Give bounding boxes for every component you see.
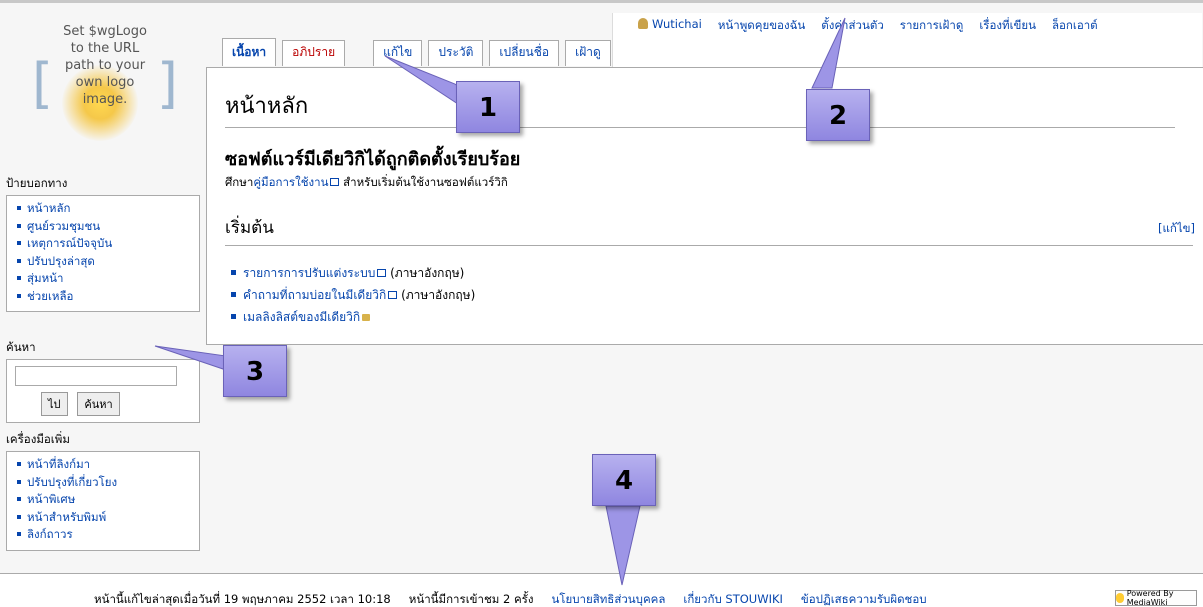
- bullet-icon: [231, 270, 236, 275]
- bullet-icon: [17, 258, 21, 263]
- main-content: หน้าหลัก ซอฟต์แวร์มีเดียวิกิได้ถูกติดตั้…: [206, 67, 1203, 345]
- search-portlet: ค้นหา ไป ค้นหา: [6, 339, 200, 423]
- bullet-icon: [231, 314, 236, 319]
- personal-logout[interactable]: ล็อกเอาต์: [1052, 17, 1098, 35]
- bullet-icon: [17, 241, 21, 245]
- logo-text: Set $wgLogo to the URL path to your own …: [63, 24, 147, 107]
- external-link-icon: [377, 269, 387, 277]
- footer-privacy-link[interactable]: นโยบายสิทธิส่วนบุคคล: [551, 592, 665, 606]
- toolbox-title: เครื่องมือเพิ่ม: [6, 432, 70, 446]
- powered-by-mediawiki-badge[interactable]: Powered By MediaWiki: [1115, 589, 1197, 607]
- intro-text: ศึกษาคู่มือการใช้งาน สำหรับเริ่มต้นใช้งา…: [225, 175, 508, 189]
- bullet-icon: [17, 462, 21, 466]
- sidebar-item-main-page[interactable]: หน้าหลัก: [17, 200, 193, 218]
- lock-icon: [362, 314, 371, 321]
- callout-1: 1: [456, 81, 520, 133]
- tab-discussion[interactable]: อภิปราย: [282, 40, 346, 66]
- section-edit-link[interactable]: [แก้ไข]: [1158, 220, 1195, 238]
- footer: หน้านี้แก้ไขล่าสุดเมื่อวันที่ 19 พฤษภาคม…: [0, 573, 1203, 607]
- toolbox-item-special-pages[interactable]: หน้าพิเศษ: [17, 491, 193, 509]
- bullet-icon: [17, 206, 21, 210]
- navigation-title: ป้ายบอกทาง: [6, 176, 68, 190]
- user-icon: [638, 18, 648, 29]
- faq-link[interactable]: คำถามที่ถามบ่อยในมีเดียวิกิ: [243, 288, 386, 302]
- bullet-icon: [17, 276, 21, 280]
- bullet-icon: [17, 479, 21, 484]
- bullet-icon: [17, 293, 21, 298]
- list-item: รายการการปรับแต่งระบบ (ภาษาอังกฤษ): [231, 262, 475, 284]
- tab-content[interactable]: เนื้อหา: [222, 38, 277, 66]
- footer-lastmod: หน้านี้แก้ไขล่าสุดเมื่อวันที่ 19 พฤษภาคม…: [94, 592, 391, 606]
- personal-user[interactable]: Wutichai: [638, 17, 702, 35]
- sidebar-item-help[interactable]: ช่วยเหลือ: [17, 288, 193, 306]
- footer-about-link[interactable]: เกี่ยวกับ STOUWIKI: [683, 592, 783, 606]
- toolbox-item-related-changes[interactable]: ปรับปรุงที่เกี่ยวโยง: [17, 474, 193, 492]
- site-logo[interactable]: [ ] Set $wgLogo to the URL path to your …: [10, 23, 200, 163]
- page-tabs: เนื้อหา อภิปราย แก้ไข ประวัติ เปลี่ยนชื่…: [222, 38, 611, 66]
- search-title: ค้นหา: [6, 340, 36, 354]
- wiki-window: Wutichai หน้าพูดคุยของฉัน ตั้งค่าส่วนตัว…: [0, 0, 1203, 607]
- external-link-icon: [388, 291, 398, 299]
- sidebar-item-community[interactable]: ศูนย์รวมชุมชน: [17, 218, 193, 236]
- bullet-icon: [17, 497, 21, 501]
- mailing-list-link[interactable]: เมลลิงลิสต์ของมีเดียวิกิ: [243, 310, 360, 324]
- personal-preferences[interactable]: ตั้งค่าส่วนตัว: [821, 17, 884, 35]
- toolbox-item-permalink[interactable]: ลิงก์ถาวร: [17, 526, 193, 544]
- section-heading: เริ่มต้น: [225, 214, 1193, 246]
- getting-started-list: รายการการปรับแต่งระบบ (ภาษาอังกฤษ) คำถาม…: [231, 262, 475, 328]
- tab-watch[interactable]: เฝ้าดู: [565, 40, 611, 66]
- toolbox-item-printable[interactable]: หน้าสำหรับพิมพ์: [17, 509, 193, 527]
- search-input[interactable]: [15, 366, 177, 386]
- personal-contributions[interactable]: เรื่องที่เขียน: [979, 17, 1036, 35]
- install-message: ซอฟต์แวร์มีเดียวิกิได้ถูกติดตั้งเรียบร้อ…: [225, 149, 521, 170]
- mediawiki-logo-icon: [1116, 593, 1124, 603]
- bullet-icon: [231, 292, 236, 297]
- go-button[interactable]: ไป: [41, 392, 68, 416]
- toolbox-portlet: เครื่องมือเพิ่ม หน้าที่ลิงก์มา ปรับปรุงท…: [6, 431, 200, 551]
- sidebar-item-random[interactable]: สุ่มหน้า: [17, 270, 193, 288]
- footer-views: หน้านี้มีการเข้าชม 2 ครั้ง: [408, 592, 534, 606]
- sidebar-item-recent-changes[interactable]: ปรับปรุงล่าสุด: [17, 253, 193, 271]
- user-guide-link[interactable]: คู่มือการใช้งาน: [253, 175, 328, 189]
- footer-disclaimer-link[interactable]: ข้อปฏิเสธความรับผิดชอบ: [801, 592, 927, 606]
- callout-4: 4: [592, 454, 656, 506]
- personal-watchlist[interactable]: รายการเฝ้าดู: [900, 17, 964, 35]
- sidebar-item-current-events[interactable]: เหตุการณ์ปัจจุบัน: [17, 235, 193, 253]
- callout-3: 3: [223, 345, 287, 397]
- page-title: หน้าหลัก: [225, 88, 1175, 128]
- list-item: เมลลิงลิสต์ของมีเดียวิกิ: [231, 306, 475, 328]
- list-item: คำถามที่ถามบ่อยในมีเดียวิกิ (ภาษาอังกฤษ): [231, 284, 475, 306]
- config-settings-link[interactable]: รายการการปรับแต่งระบบ: [243, 266, 375, 280]
- bullet-icon: [17, 514, 21, 519]
- tab-move[interactable]: เปลี่ยนชื่อ: [489, 40, 560, 66]
- bullet-icon: [17, 223, 21, 228]
- search-button[interactable]: ค้นหา: [77, 392, 120, 416]
- callout-2: 2: [806, 89, 870, 141]
- tab-edit[interactable]: แก้ไข: [373, 40, 423, 66]
- navigation-portlet: ป้ายบอกทาง หน้าหลัก ศูนย์รวมชุมชน เหตุกา…: [6, 175, 200, 312]
- personal-toolbar: Wutichai หน้าพูดคุยของฉัน ตั้งค่าส่วนตัว…: [612, 13, 1202, 69]
- toolbox-item-whatlinkshere[interactable]: หน้าที่ลิงก์มา: [17, 456, 193, 474]
- tab-history[interactable]: ประวัติ: [428, 40, 484, 66]
- personal-talk[interactable]: หน้าพูดคุยของฉัน: [718, 17, 805, 35]
- bullet-icon: [17, 532, 21, 536]
